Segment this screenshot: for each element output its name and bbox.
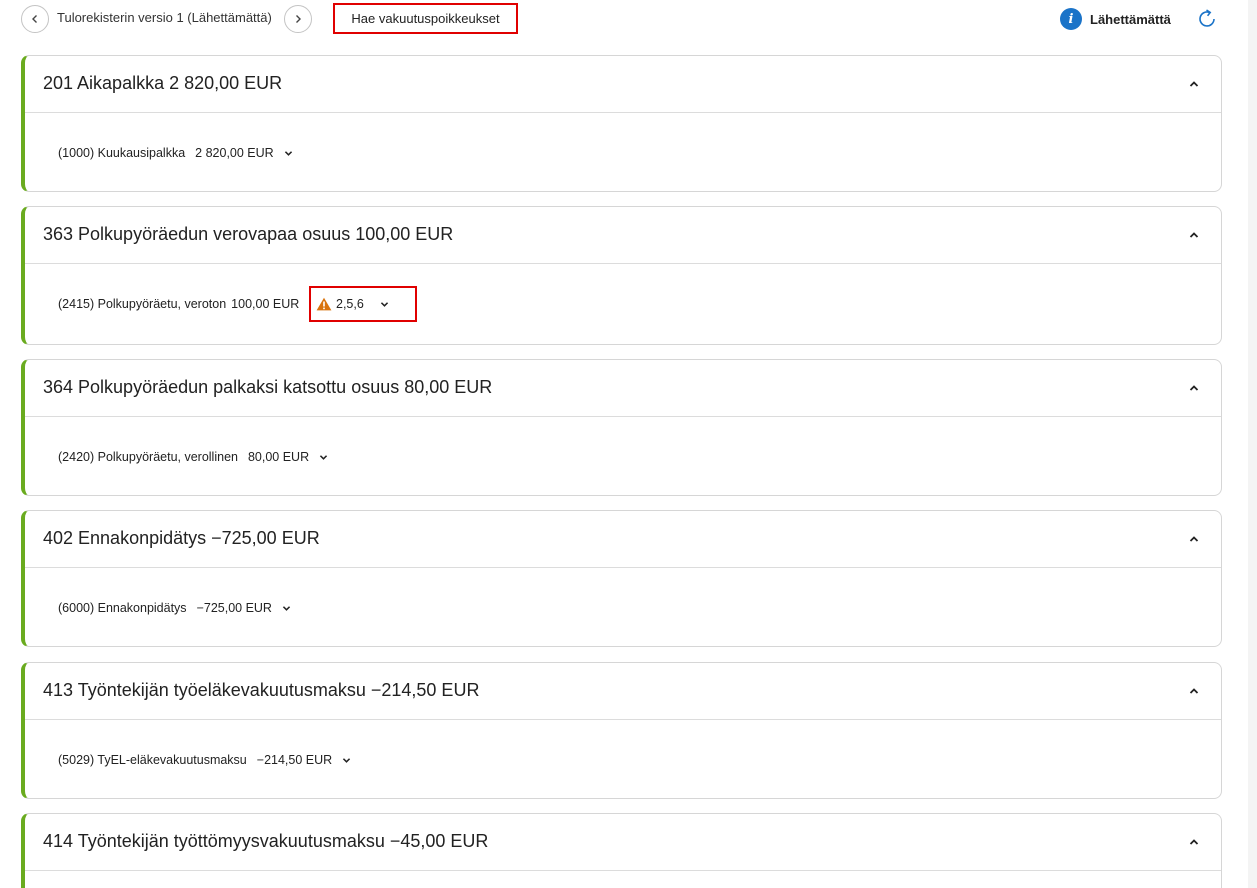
card-body: (6000) Ennakonpidätys −725,00 EUR	[25, 568, 1221, 645]
pay-item-row: (5029) TyEL-eläkevakuutusmaksu −214,50 E…	[58, 753, 351, 767]
card-header[interactable]: 414 Työntekijän työttömyysvakuutusmaksu …	[25, 814, 1221, 871]
top-toolbar: Tulorekisterin versio 1 (Lähettämättä) H…	[0, 0, 1257, 40]
card-body: (5029) TyEL-eläkevakuutusmaksu −214,50 E…	[25, 720, 1221, 797]
vertical-scrollbar[interactable]	[1248, 0, 1257, 888]
chevron-down-icon[interactable]	[284, 150, 293, 157]
income-type-card: 413 Työntekijän työeläkevakuutusmaksu −2…	[21, 662, 1222, 799]
status-indicator: i Lähettämättä	[1060, 8, 1171, 30]
card-header[interactable]: 201 Aikapalkka 2 820,00 EUR	[25, 56, 1221, 113]
fetch-insurance-exceptions-button[interactable]: Hae vakuutuspoikkeukset	[333, 3, 518, 34]
warning-codes: 2,5,6	[336, 297, 364, 311]
card-title: 414 Työntekijän työttömyysvakuutusmaksu …	[43, 831, 489, 851]
next-version-button[interactable]	[284, 5, 312, 33]
chevron-up-icon[interactable]	[1189, 80, 1199, 88]
pay-item-label: (5029) TyEL-eläkevakuutusmaksu	[58, 753, 247, 767]
income-type-card: 414 Työntekijän työttömyysvakuutusmaksu …	[21, 813, 1222, 888]
card-title: 402 Ennakonpidätys −725,00 EUR	[43, 528, 320, 548]
card-title: 201 Aikapalkka 2 820,00 EUR	[43, 73, 283, 93]
chevron-up-icon[interactable]	[1189, 838, 1199, 846]
card-header[interactable]: 364 Polkupyöräedun palkaksi katsottu osu…	[25, 360, 1221, 417]
previous-version-button[interactable]	[21, 5, 49, 33]
pay-item-row: (2420) Polkupyöräetu, verollinen 80,00 E…	[58, 450, 328, 464]
income-type-card: 402 Ennakonpidätys −725,00 EUR (6000) En…	[21, 510, 1222, 647]
status-text: Lähettämättä	[1090, 11, 1171, 27]
version-title: Tulorekisterin versio 1 (Lähettämättä)	[57, 10, 272, 25]
pay-item-label: (6000) Ennakonpidätys	[58, 601, 187, 615]
pay-item-amount: 100,00 EUR	[231, 297, 300, 311]
pay-item-amount: −725,00 EUR	[196, 601, 272, 615]
pay-item-label: (2420) Polkupyöräetu, verollinen	[58, 450, 238, 464]
income-type-card: 201 Aikapalkka 2 820,00 EUR (1000) Kuuka…	[21, 55, 1222, 192]
card-title: 364 Polkupyöräedun palkaksi katsottu osu…	[43, 377, 493, 397]
chevron-up-icon[interactable]	[1189, 687, 1199, 695]
pay-item-row: (2415) Polkupyöräetu, veroton 100,00 EUR	[58, 297, 299, 311]
card-header[interactable]: 402 Ennakonpidätys −725,00 EUR	[25, 511, 1221, 568]
card-title: 363 Polkupyöräedun verovapaa osuus 100,0…	[43, 224, 454, 244]
chevron-up-icon[interactable]	[1189, 231, 1199, 239]
chevron-down-icon[interactable]	[282, 605, 291, 612]
card-body: (2415) Polkupyöräetu, veroton 100,00 EUR	[25, 264, 1221, 341]
chevron-up-icon[interactable]	[1189, 535, 1199, 543]
card-body: (1000) Kuukausipalkka 2 820,00 EUR	[25, 113, 1221, 190]
card-body: (2420) Polkupyöräetu, verollinen 80,00 E…	[25, 417, 1221, 494]
insurance-exception-warning[interactable]: 2,5,6	[309, 286, 417, 322]
pay-item-amount: 80,00 EUR	[247, 450, 310, 464]
chevron-down-icon[interactable]	[380, 301, 389, 308]
pay-item-amount: −214,50 EUR	[256, 753, 333, 767]
card-header[interactable]: 363 Polkupyöräedun verovapaa osuus 100,0…	[25, 207, 1221, 264]
pay-item-row: (1000) Kuukausipalkka 2 820,00 EUR	[58, 146, 293, 160]
chevron-left-icon	[32, 15, 37, 23]
chevron-up-icon[interactable]	[1189, 384, 1199, 392]
pay-item-row: (6000) Ennakonpidätys −725,00 EUR	[58, 601, 291, 615]
chevron-down-icon[interactable]	[319, 454, 328, 461]
income-type-card: 364 Polkupyöräedun palkaksi katsottu osu…	[21, 359, 1222, 496]
income-type-card: 363 Polkupyöräedun verovapaa osuus 100,0…	[21, 206, 1222, 345]
info-icon[interactable]: i	[1060, 8, 1082, 30]
pay-item-label: (2415) Polkupyöräetu, veroton	[58, 297, 227, 311]
refresh-icon[interactable]	[1195, 7, 1219, 31]
pay-item-amount: 2 820,00 EUR	[195, 146, 274, 160]
warning-icon	[316, 297, 332, 311]
pay-item-label: (1000) Kuukausipalkka	[58, 146, 186, 160]
chevron-down-icon[interactable]	[342, 757, 351, 764]
card-header[interactable]: 413 Työntekijän työeläkevakuutusmaksu −2…	[25, 663, 1221, 720]
chevron-right-icon	[296, 15, 301, 23]
card-title: 413 Työntekijän työeläkevakuutusmaksu −2…	[43, 680, 480, 700]
